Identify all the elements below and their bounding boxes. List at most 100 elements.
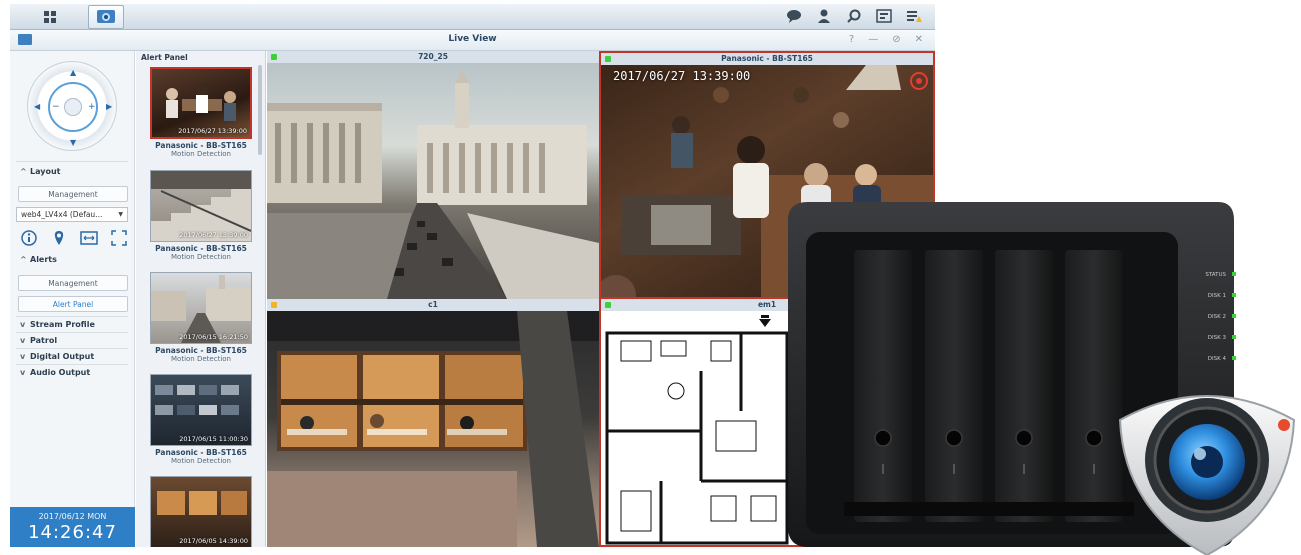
screenshot-stage: Live View ? — ⊘ ✕ ▲ ▼ ◀ ▶ − + ^ Layout Ma…	[0, 0, 1301, 555]
alert-camera-name: Panasonic - BB-ST165	[155, 448, 247, 457]
camera-tile-header: 720_25	[267, 51, 599, 63]
help-button[interactable]: ?	[849, 34, 854, 45]
camera-label: c1	[428, 300, 438, 309]
camera-tile-header: c1	[267, 299, 599, 311]
fullscreen-icon[interactable]	[110, 229, 128, 247]
nas-led-label: DISK 3	[1208, 335, 1227, 341]
minimize-button[interactable]: —	[868, 34, 878, 45]
office-windows-image	[267, 311, 599, 547]
status-led	[271, 54, 277, 60]
chevron-up-icon: ^	[20, 167, 27, 176]
camera-label: 720_25	[418, 52, 448, 61]
zoom-out-icon[interactable]: −	[52, 102, 60, 112]
camera-osd-timestamp: 2017/06/27 13:39:00	[613, 69, 751, 83]
ptz-left-icon[interactable]: ◀	[34, 102, 40, 111]
pin-button[interactable]: ⊘	[892, 34, 900, 45]
ptz-right-icon[interactable]: ▶	[106, 102, 112, 111]
window-title: Live View	[448, 34, 497, 44]
user-icon[interactable]	[815, 7, 833, 25]
nas-led-label: STATUS	[1205, 272, 1226, 278]
clock-widget: 2017/06/12 MON 14:26:47	[10, 507, 135, 547]
alert-panel-scrollbar[interactable]	[258, 65, 262, 155]
alert-item[interactable]: 2017/06/05 14:39:00	[150, 476, 252, 547]
main-menu-button[interactable]	[32, 5, 68, 29]
widgets-icon[interactable]	[875, 7, 893, 25]
alerts-management-button[interactable]: Management	[18, 275, 128, 291]
info-icon[interactable]	[20, 229, 38, 247]
search-icon[interactable]	[845, 7, 863, 25]
divider	[16, 364, 128, 365]
chevron-down-icon: ▼	[118, 211, 123, 218]
ptz-control[interactable]: ▲ ▼ ◀ ▶ − +	[27, 61, 117, 151]
surveillance-station-logo	[1118, 395, 1296, 555]
clock-time: 14:26:47	[28, 522, 117, 543]
divider	[16, 316, 128, 317]
alert-item[interactable]: 2017/06/15 11:00:30 Panasonic - BB-ST165…	[150, 374, 252, 465]
chat-icon[interactable]	[785, 7, 803, 25]
layout-select[interactable]: web4_LV4x4 (Defau... ▼	[16, 207, 128, 222]
digital-output-label: Digital Output	[30, 352, 95, 361]
nas-led-label: DISK 4	[1208, 356, 1227, 362]
city-street-image	[267, 71, 599, 299]
patrol-section[interactable]: v Patrol	[20, 336, 57, 345]
digital-output-section[interactable]: v Digital Output	[20, 352, 94, 361]
alert-event-type: Motion Detection	[171, 355, 231, 363]
layout-label: Layout	[30, 167, 61, 176]
alert-thumbnail: 2017/06/15 16:21:50	[150, 272, 252, 344]
map-pin-icon[interactable]	[50, 229, 68, 247]
left-control-panel: ▲ ▼ ◀ ▶ − + ^ Layout Management web4_LV4x…	[10, 51, 135, 547]
alert-thumbnail: 2017/06/15 11:00:30	[150, 374, 252, 446]
alert-panel-button[interactable]: Alert Panel	[18, 296, 128, 312]
clock-date: 2017/06/12 MON	[38, 512, 107, 521]
close-button[interactable]: ✕	[915, 34, 923, 45]
layout-select-value: web4_LV4x4 (Defau...	[21, 210, 103, 219]
camera-label: Panasonic - BB-ST165	[721, 54, 813, 63]
chevron-down-icon: v	[20, 336, 26, 345]
alert-thumbnail: 2017/06/05 14:39:00	[150, 476, 252, 547]
zoom-in-icon[interactable]: +	[88, 102, 96, 112]
divider	[16, 348, 128, 349]
camera-tile-c1[interactable]: c1	[267, 299, 599, 547]
surveillance-station-taskbar-button[interactable]	[88, 5, 124, 29]
alert-event-type: Motion Detection	[171, 457, 231, 465]
status-led	[605, 302, 611, 308]
layout-management-button[interactable]: Management	[18, 186, 128, 202]
alert-thumbnail: 2017/06/27 13:39:00	[150, 170, 252, 242]
alerts-label: Alerts	[30, 255, 57, 264]
surveillance-station-icon	[97, 10, 115, 23]
alert-item[interactable]: 2017/06/15 16:21:50 Panasonic - BB-ST165…	[150, 272, 252, 363]
status-led	[271, 302, 277, 308]
alerts-section-header[interactable]: ^ Alerts	[20, 255, 57, 264]
audio-output-section[interactable]: v Audio Output	[20, 368, 90, 377]
divider	[16, 161, 128, 162]
camera-tile-720-25[interactable]: 720_25	[267, 51, 599, 299]
stream-profile-section[interactable]: v Stream Profile	[20, 320, 95, 329]
status-led	[605, 56, 611, 62]
ptz-up-icon[interactable]: ▲	[70, 68, 76, 77]
alert-panel-title: Alert Panel	[141, 53, 188, 62]
nas-led-label: DISK 1	[1208, 293, 1226, 299]
camera-tile-header: Panasonic - BB-ST165	[601, 53, 933, 65]
ptz-down-icon[interactable]: ▼	[70, 138, 76, 147]
alert-timestamp: 2017/06/27 13:39:00	[179, 231, 248, 239]
alert-timestamp: 2017/06/05 14:39:00	[179, 537, 248, 545]
notifications-icon[interactable]	[905, 7, 923, 25]
window-titlebar: Live View ? — ⊘ ✕	[10, 30, 935, 51]
nas-led-label: DISK 2	[1208, 314, 1226, 320]
alert-item[interactable]: 2017/06/27 13:39:00 Panasonic - BB-ST165…	[150, 170, 252, 261]
grid-menu-icon	[44, 11, 56, 23]
camera-feed	[267, 311, 599, 547]
alert-camera-name: Panasonic - BB-ST165	[155, 346, 247, 355]
fit-window-icon[interactable]	[80, 229, 98, 247]
chevron-down-icon: v	[20, 320, 26, 329]
chevron-down-icon: v	[20, 368, 26, 377]
layout-section-header[interactable]: ^ Layout	[20, 167, 60, 176]
stream-profile-label: Stream Profile	[30, 320, 95, 329]
alert-item[interactable]: 2017/06/27 13:39:00 Panasonic - BB-ST165…	[150, 67, 252, 158]
camera-feed	[267, 63, 599, 299]
chevron-up-icon: ^	[20, 255, 27, 264]
ptz-home-button[interactable]	[64, 98, 82, 116]
dsm-taskbar	[10, 4, 935, 30]
alert-timestamp: 2017/06/15 16:21:50	[179, 333, 248, 341]
alert-event-type: Motion Detection	[171, 150, 231, 158]
